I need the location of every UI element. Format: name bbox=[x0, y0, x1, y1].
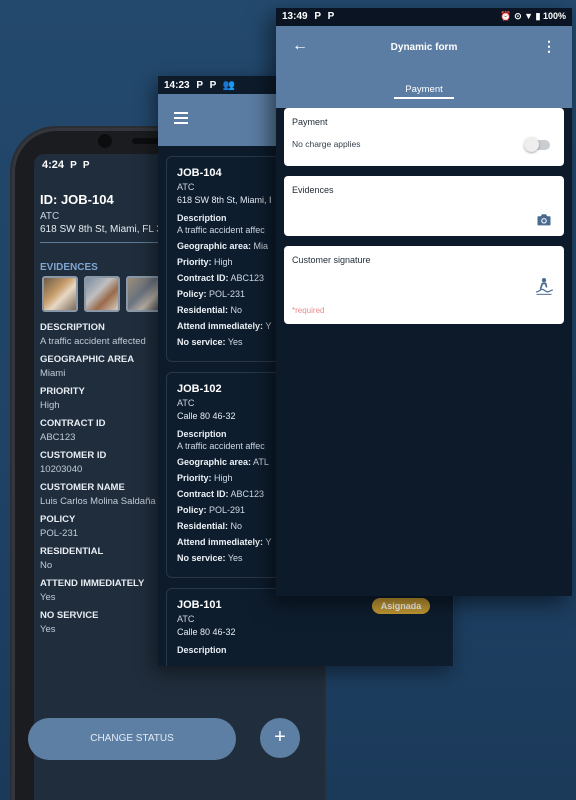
card-text: No charge applies bbox=[292, 139, 361, 149]
evidences-label: EVIDENCES bbox=[40, 262, 98, 273]
notification-p-icon: P bbox=[327, 11, 335, 22]
job-type: ATC bbox=[177, 614, 195, 624]
hamburger-menu-icon[interactable] bbox=[174, 112, 188, 124]
card-label: Customer signature bbox=[292, 255, 371, 265]
app-bar bbox=[276, 26, 572, 108]
row-label: Priority: bbox=[177, 473, 212, 483]
notification-p-icon: P bbox=[209, 80, 217, 91]
row-value: ABC123 bbox=[230, 273, 265, 283]
row-value: No bbox=[230, 521, 243, 531]
signature-icon[interactable] bbox=[534, 276, 554, 296]
row-value: POL-291 bbox=[209, 505, 246, 515]
row-label: Residential: bbox=[177, 521, 229, 531]
row-value: High bbox=[214, 257, 233, 267]
people-icon: 👥 bbox=[222, 80, 236, 91]
status-bar: 4:24 P P bbox=[42, 159, 90, 171]
status-right-icons: ⏰ ⊙ ▼ ▮ 100% bbox=[500, 11, 566, 21]
more-vert-icon[interactable]: ⋮ bbox=[542, 38, 556, 55]
row-label: Policy: bbox=[177, 289, 207, 299]
notification-p-icon: P bbox=[314, 11, 321, 22]
job-address: Calle 80 46-32 bbox=[177, 627, 236, 637]
row-value: Mia bbox=[253, 241, 269, 251]
row-value: No bbox=[230, 305, 243, 315]
status-time: 4:24 bbox=[42, 159, 65, 171]
page-title: Dynamic form bbox=[390, 42, 458, 53]
row-value: Y bbox=[265, 537, 272, 547]
evidence-thumbnail[interactable] bbox=[126, 276, 162, 312]
status-bar: 14:23 P P 👥 bbox=[164, 80, 235, 91]
payment-card: Payment No charge applies bbox=[284, 108, 564, 166]
row-label: No service: bbox=[177, 553, 226, 563]
row-label: No service: bbox=[177, 337, 226, 347]
row-label: Priority: bbox=[177, 257, 212, 267]
dynamic-form-screen: 13:49 P P ⏰ ⊙ ▼ ▮ 100% ← Dynamic form ⋮ … bbox=[276, 8, 572, 596]
row-value: Yes bbox=[227, 337, 243, 347]
change-status-button[interactable]: CHANGE STATUS bbox=[28, 718, 236, 760]
phone-camera bbox=[98, 134, 112, 148]
row-label: Geographic area: bbox=[177, 241, 252, 251]
card-label: Evidences bbox=[292, 185, 334, 195]
row-value: High bbox=[214, 473, 233, 483]
row-label: Contract ID: bbox=[177, 273, 229, 283]
evidence-thumbnail[interactable] bbox=[42, 276, 78, 312]
description-label: Description bbox=[177, 645, 227, 655]
row-label: Contract ID: bbox=[177, 489, 229, 499]
row-value: Y bbox=[265, 321, 272, 331]
status-badge: Asignada bbox=[372, 598, 430, 614]
row-value: ABC123 bbox=[230, 489, 265, 499]
row-label: Residential: bbox=[177, 305, 229, 315]
notification-p-icon: P bbox=[82, 160, 90, 171]
customer-signature-card: Customer signature *required bbox=[284, 246, 564, 324]
tab-indicator bbox=[394, 97, 454, 99]
row-label: Policy: bbox=[177, 505, 207, 515]
tab-payment[interactable]: Payment bbox=[394, 84, 454, 95]
add-fab-button[interactable]: + bbox=[260, 718, 300, 758]
row-label: Attend immediately: bbox=[177, 537, 264, 547]
row-label: Attend immediately: bbox=[177, 321, 264, 331]
row-value: ATL bbox=[253, 457, 269, 467]
row-value: Yes bbox=[227, 553, 243, 563]
evidences-card: Evidences bbox=[284, 176, 564, 236]
notification-p-icon: P bbox=[70, 160, 77, 171]
status-left: 13:49 P P bbox=[282, 11, 334, 22]
required-text: *required bbox=[292, 306, 325, 315]
row-value: POL-231 bbox=[209, 289, 246, 299]
evidence-thumbnail[interactable] bbox=[84, 276, 120, 312]
toggle-knob bbox=[524, 137, 539, 152]
status-time: 13:49 bbox=[282, 11, 308, 22]
camera-icon[interactable] bbox=[536, 213, 552, 226]
evidence-thumbnails bbox=[42, 276, 162, 312]
payment-toggle[interactable] bbox=[524, 137, 550, 152]
status-time: 14:23 bbox=[164, 80, 190, 91]
card-label: Payment bbox=[292, 117, 328, 127]
row-label: Geographic area: bbox=[177, 457, 252, 467]
notification-p-icon: P bbox=[196, 80, 203, 91]
